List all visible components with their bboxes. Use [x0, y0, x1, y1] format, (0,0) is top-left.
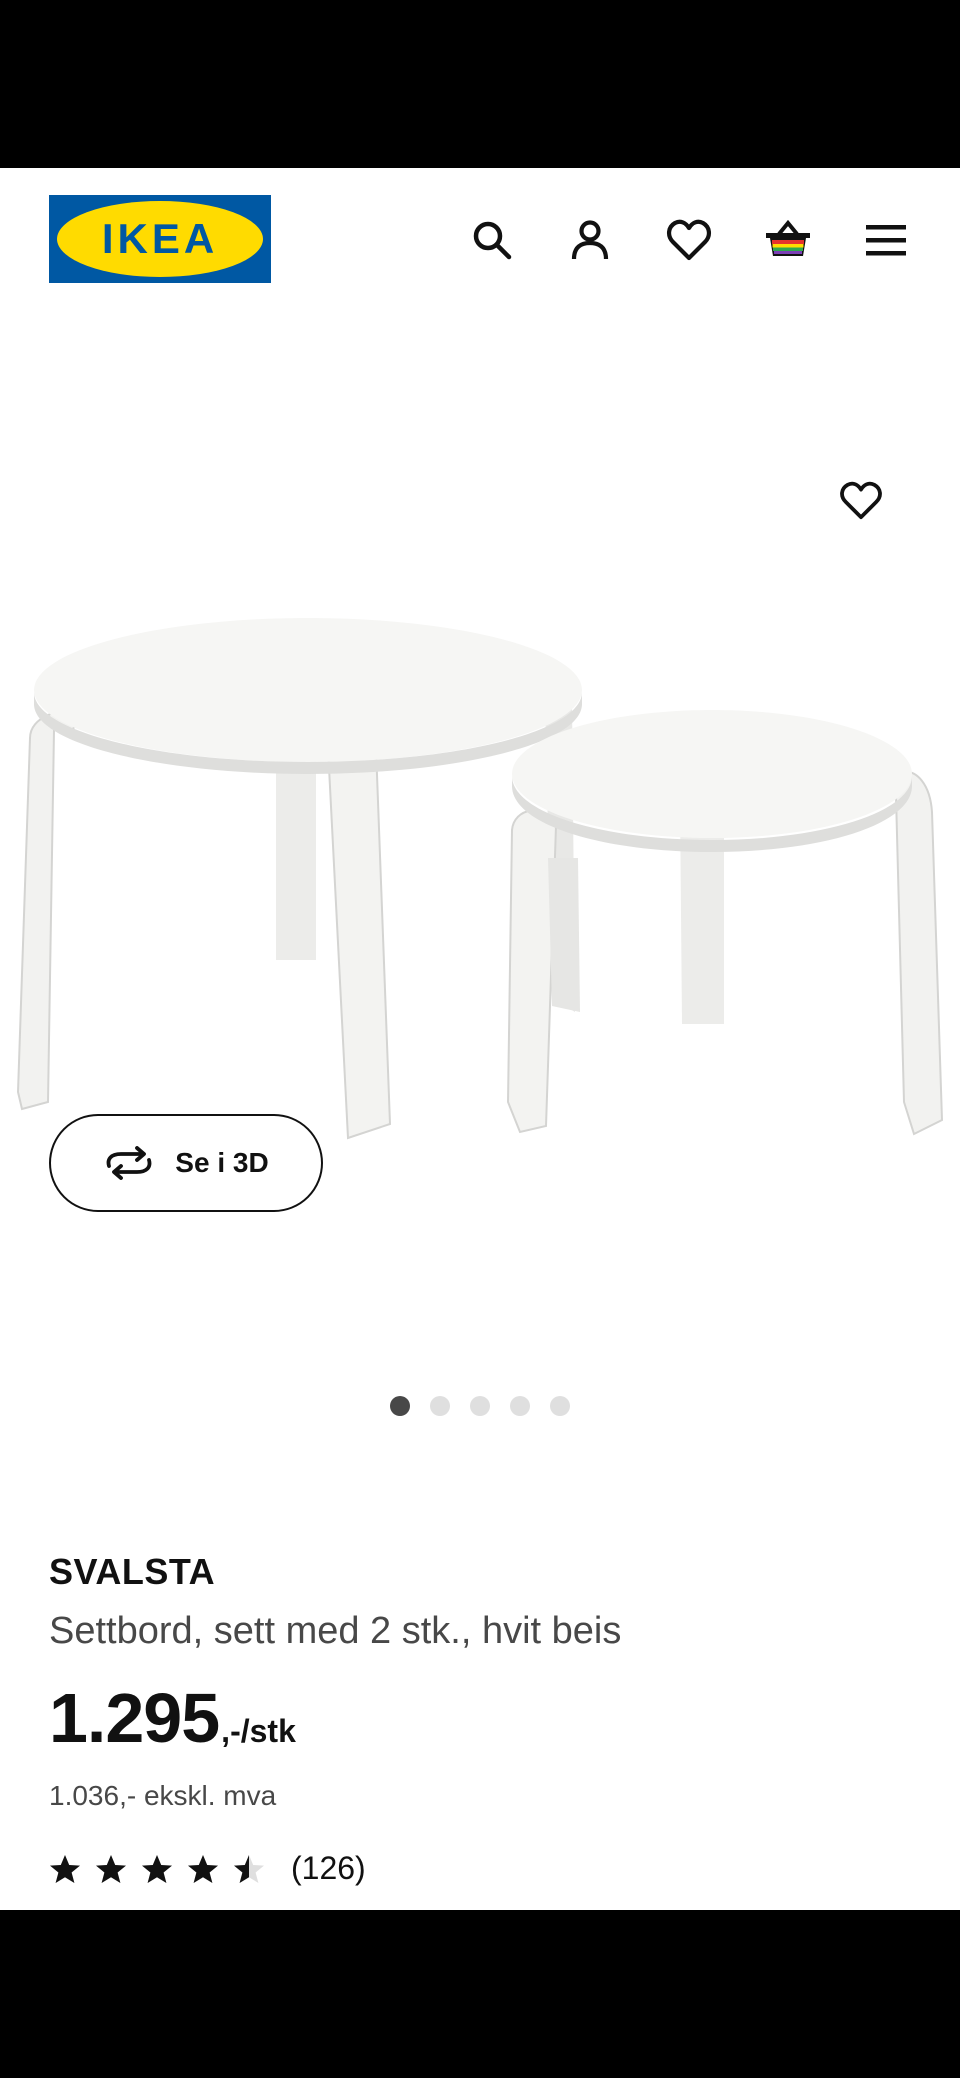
price-amount: 1.295 [49, 1679, 220, 1757]
wishlist-button[interactable] [661, 212, 717, 268]
pagination-dot[interactable] [510, 1396, 530, 1416]
pagination-dot[interactable] [390, 1396, 410, 1416]
cart-button[interactable] [760, 212, 816, 268]
image-pagination [0, 1396, 960, 1420]
review-count[interactable]: (126) [291, 1850, 366, 1887]
pagination-dot[interactable] [550, 1396, 570, 1416]
search-button[interactable] [464, 212, 520, 268]
account-icon [571, 220, 609, 260]
menu-button[interactable] [858, 212, 914, 268]
star-icon [142, 1854, 172, 1883]
view-in-3d-label: Se i 3D [175, 1147, 269, 1178]
price: 1.295 ,-/stk [49, 1678, 911, 1758]
star-icon [234, 1854, 264, 1883]
star-icon [188, 1854, 218, 1883]
rating: (126) [49, 1850, 911, 1887]
star-icon [50, 1854, 80, 1883]
header: IKEA [0, 168, 960, 312]
star-icon [96, 1854, 126, 1883]
account-button[interactable] [562, 212, 618, 268]
rotate-3d-icon [106, 1146, 152, 1180]
price-suffix: ,-/stk [221, 1713, 296, 1749]
pagination-dot[interactable] [430, 1396, 450, 1416]
logo-text: IKEA [102, 215, 218, 262]
pagination-dot[interactable] [470, 1396, 490, 1416]
star-rating[interactable] [49, 1854, 265, 1884]
navigation-bar [0, 1910, 960, 2078]
add-to-wishlist-button[interactable] [832, 472, 890, 530]
product-description: Settbord, sett med 2 stk., hvit beis [49, 1610, 622, 1652]
view-in-3d-button[interactable]: Se i 3D [49, 1114, 323, 1212]
price-excl-vat: 1.036,- ekskl. mva [49, 1780, 277, 1811]
product-info: SVALSTA Settbord, sett med 2 stk., hvit … [49, 1550, 911, 1887]
menu-icon [866, 225, 906, 256]
large-table [16, 618, 582, 1140]
product-gallery[interactable]: Se i 3D [0, 312, 960, 1492]
small-table [506, 710, 944, 1136]
app-screen: IKEA Se i 3D SVALSTA Settbord, sett med … [0, 168, 960, 1910]
ikea-logo[interactable]: IKEA [49, 195, 271, 283]
heart-icon [840, 481, 882, 520]
product-name: SVALSTA [49, 1551, 216, 1592]
status-bar [0, 0, 960, 168]
cart-icon [766, 219, 810, 256]
wishlist-icon [667, 219, 711, 261]
search-icon [473, 221, 512, 260]
